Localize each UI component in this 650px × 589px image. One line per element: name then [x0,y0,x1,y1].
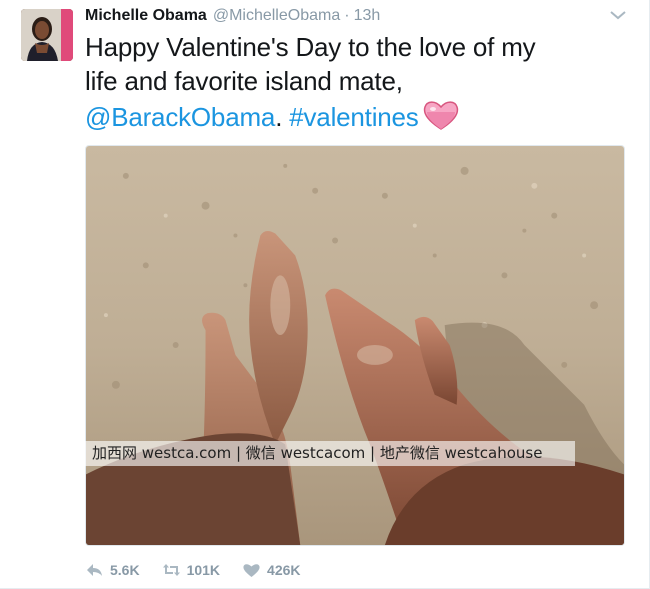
tweet-text-line-2: life and favorite island mate, [85,66,403,96]
like-button[interactable]: 426K [242,562,301,578]
tweet-text-line-3: @BarackObama. #valentines [85,98,625,134]
tweet-photo[interactable] [85,145,625,546]
retweet-count: 101K [186,562,221,578]
tweet-text: Happy Valentine's Day to the love of my … [85,30,625,134]
mention-suffix: . [275,102,283,132]
separator-dot: · [344,7,350,24]
reply-arrow-icon [87,564,102,576]
retweet-button[interactable]: 101K [162,562,220,578]
tweet-text-line-1: Happy Valentine's Day to the love of my [85,32,536,62]
avatar[interactable] [21,9,73,61]
tweet-timestamp[interactable]: 13h [354,7,381,25]
reply-count: 5.6K [110,562,140,578]
author-handle[interactable]: @MichelleObama [213,7,340,25]
tweet-actions: 5.6K 101K 426K [85,560,323,580]
like-count: 426K [267,562,301,578]
chevron-down-icon[interactable] [609,8,627,22]
retweet-icon [162,564,180,576]
heart-icon [243,564,260,577]
tweet-card[interactable]: Michelle Obama @MichelleObama · 13h Happ… [0,0,650,589]
mention-link[interactable]: @BarackObama [85,102,275,132]
avatar-image [21,9,73,61]
pink-heart-icon [423,101,458,130]
reply-button[interactable]: 5.6K [85,562,140,578]
hashtag-link[interactable]: #valentines [289,102,419,132]
beach-feet-photo [86,146,624,545]
tweet-header: Michelle Obama @MichelleObama · 13h [85,7,380,27]
author-name[interactable]: Michelle Obama [85,7,207,25]
watermark-caption: 加西网 westca.com | 微信 westcacom | 地产微信 wes… [84,441,575,466]
